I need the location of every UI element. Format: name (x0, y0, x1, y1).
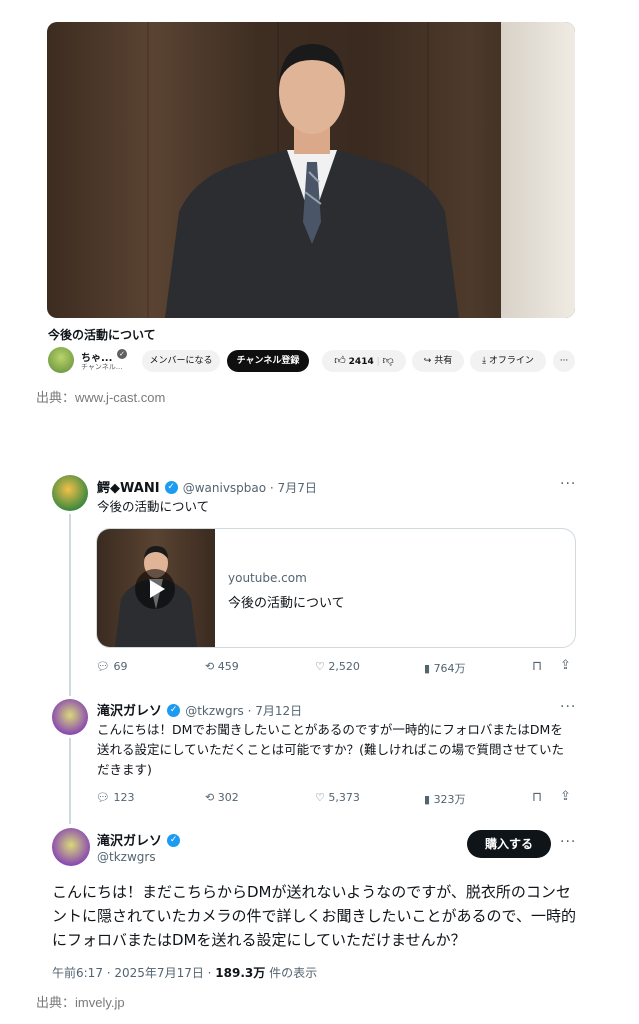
handle-date[interactable]: @wanivspbao · 7月7日 (183, 481, 317, 495)
display-name[interactable]: 滝沢ガレソ (97, 834, 162, 849)
subscribe-button[interactable]: チャンネル登録 (227, 350, 309, 372)
views-suffix: 件の表示 (265, 966, 318, 980)
share-icon: ↪ (423, 356, 432, 366)
like-count: 2414 (348, 357, 374, 367)
join-button[interactable]: メンバーになる (142, 350, 220, 372)
source-caption: 出典：imvely.jp (36, 995, 125, 1010)
thumbs-up-icon[interactable]: 👍︎ (334, 354, 346, 367)
retweet-icon: ⟲ (205, 791, 215, 804)
user-avatar[interactable] (52, 475, 88, 511)
user-avatar[interactable] (52, 699, 88, 735)
more-icon[interactable]: ··· (560, 476, 576, 492)
handle[interactable]: @tkzwgrs (97, 850, 156, 864)
play-button[interactable] (135, 569, 175, 609)
like-count: 2,520 (328, 660, 360, 673)
share-button[interactable]: ↪ 共有 (412, 350, 464, 372)
handle-date[interactable]: @tkzwgrs · 7月12日 (185, 704, 302, 718)
tweet-timestamp: 午前6:17 · 2025年7月17日 · 189.3万 件の表示 (52, 964, 317, 981)
bar-chart-icon: ▮ (424, 662, 431, 675)
display-name[interactable]: 滝沢ガレソ (97, 704, 162, 719)
timestamp-text[interactable]: 午前6:17 · 2025年7月17日 · (52, 966, 215, 980)
reply-action[interactable]: 💬︎ 69 (96, 660, 127, 673)
views-action[interactable]: ▮ 323万 (424, 791, 466, 807)
upload-icon[interactable]: ⇪ (560, 658, 571, 673)
tweet-header: 滝沢ガレソ ✓ (97, 830, 181, 849)
tweet-header: 鰐◆WANI ✓ @wanivspbao · 7月7日 (97, 477, 317, 496)
divider: | (376, 357, 380, 367)
view-count: 323万 (433, 793, 466, 806)
like-action[interactable]: ♡ 2,520 (315, 660, 360, 673)
verified-badge-icon: ✓ (167, 834, 181, 847)
thumbs-down-icon[interactable]: 👎︎ (383, 354, 394, 367)
card-thumbnail (97, 529, 215, 647)
share-label: 共有 (434, 356, 453, 366)
tweet-text: 今後の活動について (97, 499, 210, 514)
bar-chart-icon: ▮ (424, 793, 431, 806)
heart-icon: ♡ (315, 660, 325, 673)
retweet-action[interactable]: ⟲ 459 (205, 660, 239, 673)
retweet-icon: ⟲ (205, 660, 215, 673)
like-dislike-group: 👍︎ 2414 | 👎︎ (322, 350, 406, 372)
video-player[interactable] (47, 22, 575, 318)
view-count: 189.3万 (215, 966, 266, 980)
view-count: 764万 (433, 662, 466, 675)
more-options-button[interactable]: ··· (553, 350, 575, 372)
download-icon: ⤓ (482, 356, 487, 366)
more-icon[interactable]: ··· (560, 834, 576, 850)
reply-count: 69 (113, 660, 128, 673)
views-action[interactable]: ▮ 764万 (424, 660, 466, 676)
reply-count: 123 (113, 791, 135, 804)
tweet-text: こんにちは！まだこちらからDMが送れないようなのですが、脱衣所のコンセントに隠さ… (52, 883, 576, 949)
source-caption: 出典：www.j-cast.com (36, 390, 166, 405)
video-title: 今後の活動について (48, 328, 156, 342)
verified-badge-icon: ✓ (167, 704, 181, 717)
thread-line (69, 514, 71, 696)
reply-icon: 💬︎ (96, 791, 110, 804)
link-card[interactable]: youtube.com 今後の活動について (96, 528, 576, 648)
display-name[interactable]: 鰐◆WANI (97, 481, 160, 496)
user-avatar[interactable] (52, 828, 90, 866)
play-icon (150, 580, 165, 598)
like-action[interactable]: ♡ 5,373 (315, 791, 360, 804)
retweet-count: 459 (217, 660, 239, 673)
upload-icon[interactable]: ⇪ (560, 789, 571, 804)
like-count: 5,373 (328, 791, 360, 804)
more-icon[interactable]: ··· (560, 699, 576, 715)
retweet-count: 302 (217, 791, 239, 804)
reply-action[interactable]: 💬︎ 123 (96, 791, 134, 804)
bookmark-icon[interactable]: ⊓ (532, 790, 542, 805)
verified-icon: ✓ (117, 349, 127, 359)
channel-subscribers: チャンネル... (81, 363, 123, 371)
verified-badge-icon: ✓ (164, 481, 178, 494)
reply-icon: 💬︎ (96, 660, 110, 673)
bookmark-icon[interactable]: ⊓ (532, 659, 542, 674)
person-image (165, 44, 459, 318)
tweet-text: こんにちは！DMでお聞きしたいことがあるのですが一時的にフォロバまたはDMを送れ… (97, 722, 565, 777)
channel-avatar[interactable] (48, 347, 74, 373)
tweet-header: 滝沢ガレソ ✓ @tkzwgrs · 7月12日 (97, 700, 302, 719)
thread-line (69, 738, 71, 824)
card-title: 今後の活動について (228, 596, 345, 611)
buy-button[interactable]: 購入する (467, 830, 551, 858)
heart-icon: ♡ (315, 791, 325, 804)
card-domain: youtube.com (228, 571, 307, 585)
retweet-action[interactable]: ⟲ 302 (205, 791, 239, 804)
offline-label: オフライン (488, 356, 534, 366)
offline-button[interactable]: ⤓ オフライン (470, 350, 546, 372)
